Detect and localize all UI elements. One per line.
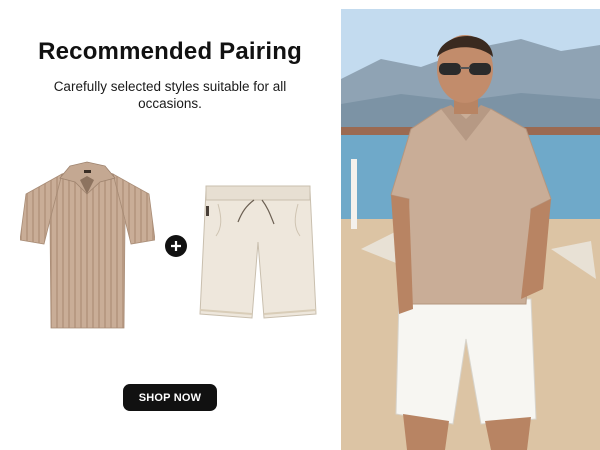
model-lifestyle-photo: [341, 9, 600, 450]
plus-icon: [165, 235, 187, 257]
promo-panel: Recommended Pairing Carefully selected s…: [0, 0, 340, 450]
shorts-image[interactable]: [198, 182, 318, 322]
promo-title: Recommended Pairing: [38, 38, 302, 65]
polo-shirt-image[interactable]: [20, 160, 155, 335]
shop-now-button[interactable]: SHOP NOW: [123, 384, 217, 411]
promo-subtitle: Carefully selected styles suitable for a…: [53, 79, 287, 111]
